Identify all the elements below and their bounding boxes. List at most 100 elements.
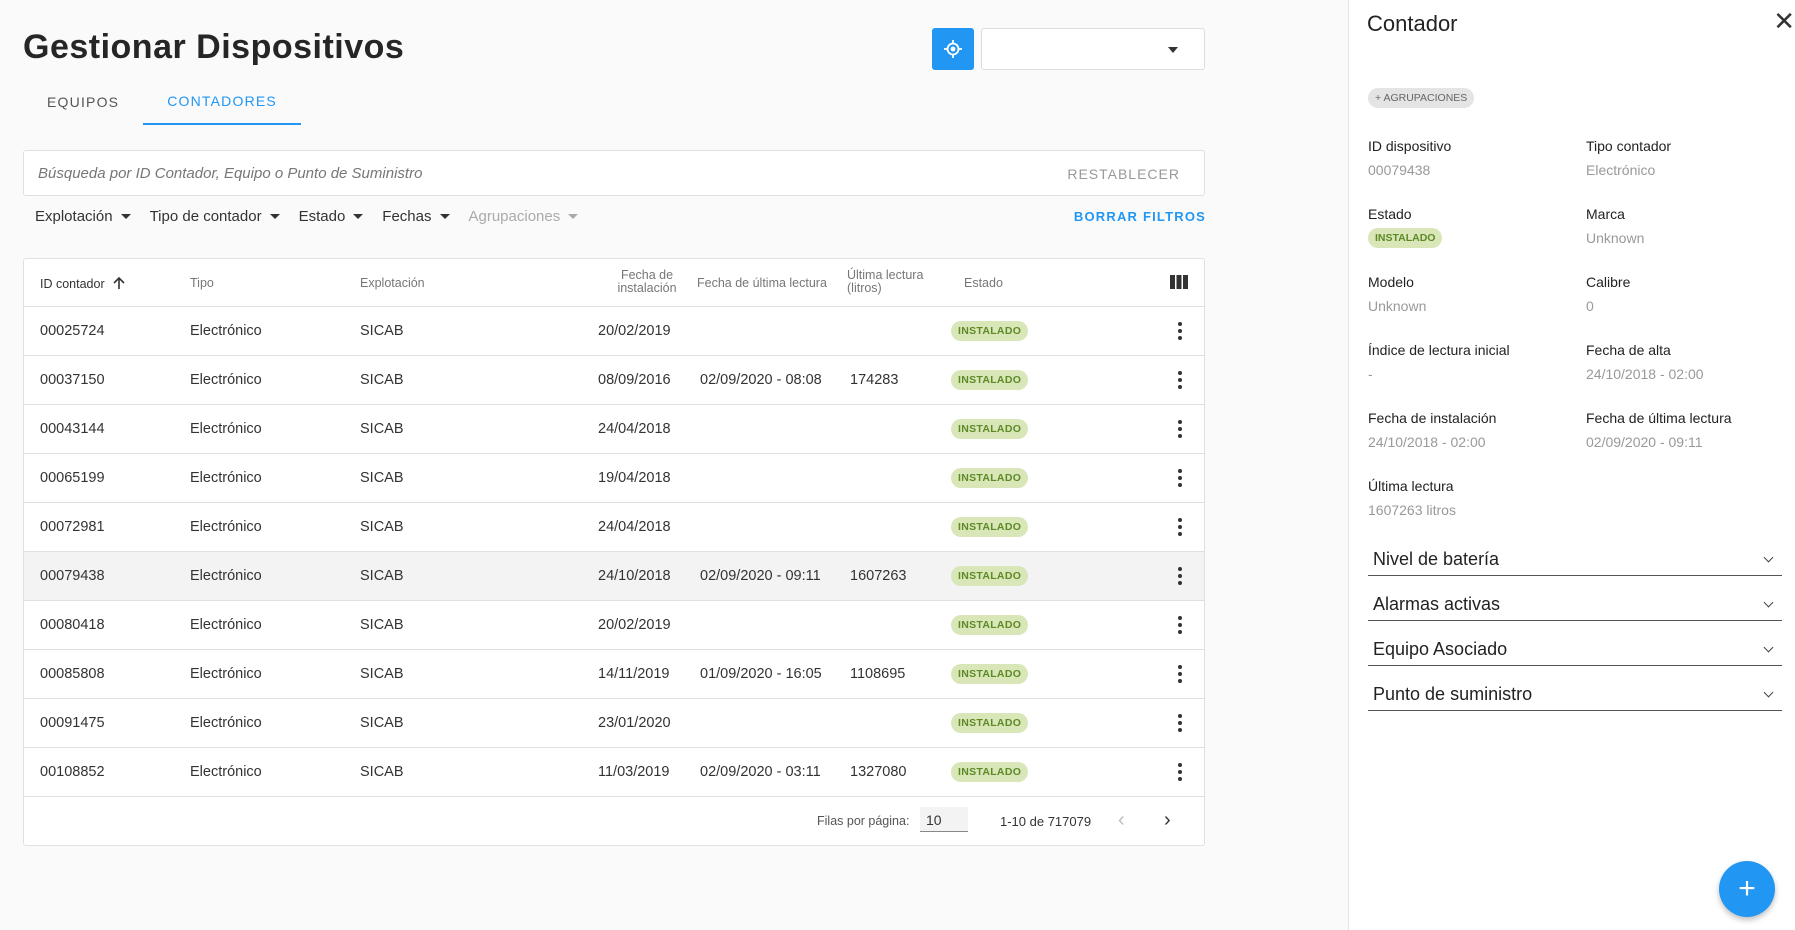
- table-row[interactable]: 00091475 Electrónico SICAB 23/01/2020 INSTAL…: [24, 699, 1204, 748]
- cell-ultima-lectura: 1327080: [850, 764, 907, 780]
- chevron-down-icon: [1763, 597, 1774, 608]
- status-badge: INSTALADO: [951, 419, 1029, 439]
- field-value: Electrónico: [1586, 162, 1656, 178]
- more-vert-icon[interactable]: [1178, 714, 1182, 732]
- accordion-equipo[interactable]: Equipo Asociado: [1368, 632, 1782, 666]
- field-ultima-lectura: Última lectura 1607263 litros: [1368, 478, 1568, 518]
- caret-down-icon: [568, 213, 579, 219]
- accordion-alarmas[interactable]: Alarmas activas: [1368, 587, 1782, 621]
- clear-filters-button[interactable]: BORRAR FILTROS: [1074, 209, 1206, 224]
- prev-page-icon[interactable]: ‹: [1118, 809, 1125, 832]
- table-row[interactable]: 00072981 Electrónico SICAB 24/04/2018 INSTAL…: [24, 503, 1204, 552]
- col-id-header[interactable]: ID contador: [40, 276, 126, 291]
- status-badge: INSTALADO: [951, 321, 1029, 341]
- tab-equipos[interactable]: EQUIPOS: [23, 78, 143, 125]
- field-value: 24/10/2018 - 02:00: [1586, 366, 1704, 382]
- filter-fechas[interactable]: Fechas: [382, 206, 450, 226]
- filter-agrupaciones-label: Agrupaciones: [468, 207, 561, 225]
- cell-fecha-instalacion: 23/01/2020: [598, 715, 671, 731]
- more-vert-icon[interactable]: [1178, 567, 1182, 585]
- col-tipo-header[interactable]: Tipo: [190, 276, 214, 290]
- cell-tipo: Electrónico: [190, 617, 262, 633]
- table-row[interactable]: 00065199 Electrónico SICAB 19/04/2018 INSTAL…: [24, 454, 1204, 503]
- field-value: 0: [1586, 298, 1594, 314]
- more-vert-icon[interactable]: [1178, 665, 1182, 683]
- status-badge: INSTALADO: [951, 762, 1029, 782]
- more-vert-icon[interactable]: [1178, 616, 1182, 634]
- next-page-icon[interactable]: ›: [1164, 809, 1171, 832]
- col-ultima-lectura-line1: Última lectura: [847, 268, 924, 282]
- more-vert-icon[interactable]: [1178, 420, 1182, 438]
- cell-tipo: Electrónico: [190, 421, 262, 437]
- field-value: 1607263 litros: [1368, 502, 1456, 518]
- field-label: Fecha de alta: [1586, 342, 1671, 358]
- cell-explotacion: SICAB: [360, 323, 404, 339]
- table-row[interactable]: 00025724 Electrónico SICAB 20/02/2019 INSTAL…: [24, 307, 1204, 356]
- more-vert-icon[interactable]: [1178, 763, 1182, 781]
- accordion-punto[interactable]: Punto de suministro: [1368, 677, 1782, 711]
- field-value: 24/10/2018 - 02:00: [1368, 434, 1486, 450]
- field-calibre: Calibre 0: [1586, 274, 1786, 314]
- agrupaciones-chip[interactable]: + AGRUPACIONES: [1368, 88, 1475, 108]
- cell-id: 00108852: [40, 764, 105, 780]
- field-value: 02/09/2020 - 09:11: [1586, 434, 1703, 450]
- chevron-down-icon: [1763, 642, 1774, 653]
- columns-icon[interactable]: [1170, 275, 1188, 289]
- caret-down-icon: [1168, 47, 1178, 53]
- cell-tipo: Electrónico: [190, 568, 262, 584]
- cell-fecha-lectura: 02/09/2020 - 08:08: [700, 372, 822, 388]
- more-vert-icon[interactable]: [1178, 371, 1182, 389]
- col-explotacion-header[interactable]: Explotación: [360, 276, 425, 290]
- more-vert-icon[interactable]: [1178, 322, 1182, 340]
- cell-explotacion: SICAB: [360, 372, 404, 388]
- status-badge: INSTALADO: [951, 468, 1029, 488]
- cell-fecha-instalacion: 24/04/2018: [598, 519, 671, 535]
- cell-fecha-lectura: 02/09/2020 - 03:11: [700, 764, 821, 780]
- col-id-label: ID contador: [40, 277, 105, 291]
- reset-button[interactable]: RESTABLECER: [1067, 166, 1180, 182]
- status-badge: INSTALADO: [951, 566, 1029, 586]
- table-row[interactable]: 00037150 Electrónico SICAB 08/09/2016 02/09/…: [24, 356, 1204, 405]
- table-row[interactable]: 00108852 Electrónico SICAB 11/03/2019 02/09/…: [24, 748, 1204, 797]
- locate-button[interactable]: [932, 28, 974, 70]
- table-row[interactable]: 00079438 Electrónico SICAB 24/10/2018 02/09/…: [24, 552, 1204, 601]
- header-select[interactable]: [981, 28, 1205, 70]
- col-ultima-lectura-header[interactable]: Última lectura (litros): [847, 269, 923, 295]
- col-fecha-instalacion-header[interactable]: Fecha de instalación: [607, 269, 687, 295]
- filter-explotacion-label: Explotación: [35, 207, 113, 225]
- filter-estado[interactable]: Estado: [299, 206, 364, 226]
- field-label: ID dispositivo: [1368, 138, 1452, 154]
- cell-explotacion: SICAB: [360, 666, 404, 682]
- close-icon[interactable]: ✕: [1773, 6, 1795, 37]
- table-row[interactable]: 00043144 Electrónico SICAB 24/04/2018 INSTAL…: [24, 405, 1204, 454]
- filter-explotacion[interactable]: Explotación: [35, 206, 131, 226]
- search-input[interactable]: Búsqueda por ID Contador, Equipo o Punto…: [23, 150, 1205, 196]
- filter-tipo[interactable]: Tipo de contador: [150, 206, 280, 226]
- col-fecha-lectura-header[interactable]: Fecha de última lectura: [697, 276, 827, 290]
- more-vert-icon[interactable]: [1178, 469, 1182, 487]
- status-badge: INSTALADO: [951, 713, 1029, 733]
- col-ultima-lectura-line2: (litros): [847, 281, 882, 295]
- field-label: Tipo contador: [1586, 138, 1672, 154]
- status-badge: INSTALADO: [951, 370, 1029, 390]
- cell-explotacion: SICAB: [360, 519, 404, 535]
- table-row[interactable]: 00080418 Electrónico SICAB 20/02/2019 INSTAL…: [24, 601, 1204, 650]
- table-row[interactable]: 00085808 Electrónico SICAB 14/11/2019 01/09/…: [24, 650, 1204, 699]
- table-body: 00025724 Electrónico SICAB 20/02/2019 INSTAL…: [24, 307, 1204, 797]
- field-tipo: Tipo contador Electrónico: [1586, 138, 1786, 178]
- caret-down-icon: [353, 213, 364, 219]
- accordion-bateria[interactable]: Nivel de batería: [1368, 542, 1782, 576]
- status-badge: INSTALADO: [951, 517, 1029, 537]
- cell-id: 00043144: [40, 421, 105, 437]
- field-instalacion: Fecha de instalación 24/10/2018 - 02:00: [1368, 410, 1568, 450]
- filter-tipo-label: Tipo de contador: [149, 207, 262, 225]
- tabs: EQUIPOS CONTADORES: [23, 78, 301, 125]
- tab-contadores[interactable]: CONTADORES: [143, 78, 301, 125]
- status-badge: INSTALADO: [1368, 228, 1443, 248]
- accordion-title: Nivel de batería: [1373, 549, 1500, 569]
- col-estado-header[interactable]: Estado: [964, 276, 1003, 290]
- more-vert-icon[interactable]: [1178, 518, 1182, 536]
- add-button[interactable]: +: [1719, 861, 1775, 917]
- filter-bar: Explotación Tipo de contador Estado Fech…: [35, 206, 597, 226]
- rows-per-page-select[interactable]: 10: [920, 807, 968, 832]
